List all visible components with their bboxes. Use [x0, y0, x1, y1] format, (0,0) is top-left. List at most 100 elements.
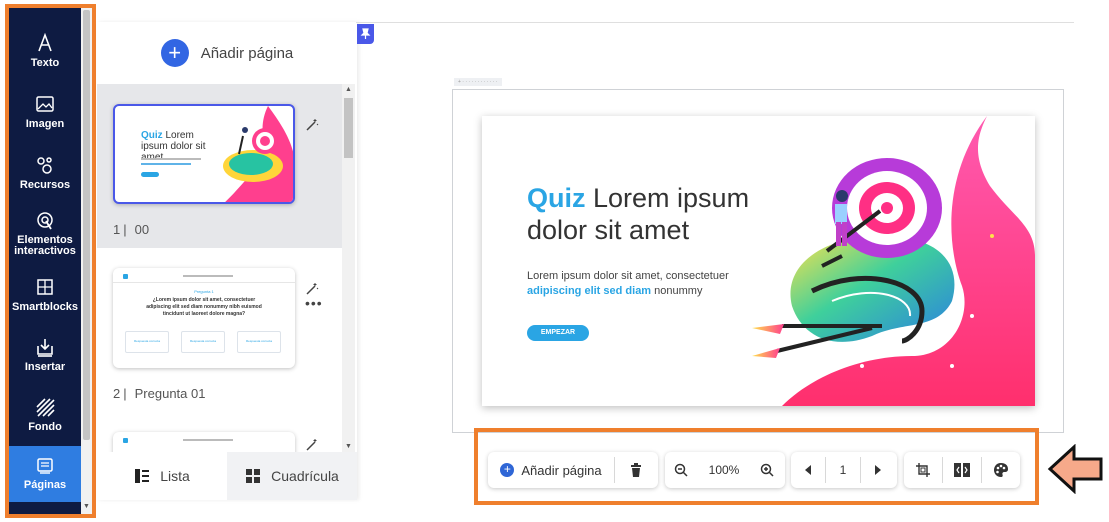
tool-image[interactable]: Imagen — [9, 83, 81, 145]
pages-icon — [37, 458, 53, 474]
zoom-in-icon — [760, 463, 774, 477]
thumb-header-line — [183, 439, 233, 441]
magic-wand-icon[interactable] — [305, 118, 319, 132]
trash-icon — [631, 463, 641, 477]
tab-grid-label: Cuadrícula — [271, 468, 339, 484]
text-icon — [38, 32, 52, 52]
crop-icon — [916, 463, 930, 477]
page-thumbnail-2[interactable]: Pregunta 1 ¿Lorem ipsum dolor sit amet, … — [113, 268, 295, 368]
tool-pages[interactable]: Páginas — [9, 446, 81, 502]
toolbar-scrollbar-thumb[interactable] — [83, 10, 90, 440]
scroll-down-arrow-icon[interactable]: ▼ — [83, 503, 90, 510]
thumb-header-line — [183, 275, 233, 277]
add-page-bottom-label: Añadir página — [521, 462, 602, 478]
zoom-in-button[interactable] — [751, 452, 783, 488]
magic-wand-icon[interactable] — [305, 438, 319, 452]
tool-resources[interactable]: Recursos — [9, 144, 81, 206]
page-item-1[interactable]: Quiz Lorem ipsum dolor sit amet — [97, 84, 342, 248]
tool-interactive[interactable]: Elementos interactivos — [9, 200, 81, 266]
image-icon — [36, 96, 54, 112]
tool-insert-label: Insertar — [24, 361, 66, 373]
pages-scrollbar-thumb[interactable] — [344, 98, 353, 158]
tab-grid[interactable]: Cuadrícula — [227, 452, 357, 500]
pointer-arrow-icon — [1047, 444, 1103, 494]
tool-smartblocks[interactable]: Smartblocks — [9, 266, 81, 328]
interactive-icon — [37, 212, 53, 230]
pages-scrollbar[interactable]: ▲ ▼ — [342, 84, 355, 452]
tool-interactive-label: Elementos interactivos — [14, 234, 76, 257]
zoom-level[interactable]: 100% — [697, 452, 751, 488]
tool-smartblocks-label: Smartblocks — [11, 301, 79, 313]
thumb-answer: Respuesta correcta — [181, 331, 225, 353]
tool-background-label: Fondo — [28, 421, 62, 433]
resources-icon — [37, 157, 52, 174]
tool-pages-label: Páginas — [23, 479, 67, 491]
page-caption-2: 2 | Pregunta 01 — [113, 386, 206, 401]
page-number[interactable]: 1 — [826, 452, 860, 488]
tool-background[interactable]: Fondo — [9, 386, 81, 448]
thumb-start-button — [141, 172, 159, 177]
thumb-body-line — [141, 163, 191, 165]
thumb-answer: Respuesta correcta — [237, 331, 281, 353]
page-item-3[interactable] — [97, 414, 342, 452]
thumb-subtitle: Pregunta 1 — [194, 289, 214, 294]
pin-icon[interactable] — [357, 24, 374, 44]
tab-list-label: Lista — [160, 468, 190, 484]
bottom-group-tools — [904, 452, 1020, 488]
zoom-out-button[interactable] — [665, 452, 697, 488]
tool-text[interactable]: Texto — [9, 22, 81, 84]
next-page-button[interactable] — [861, 452, 895, 488]
page-item-2[interactable]: Pregunta 1 ¿Lorem ipsum dolor sit amet, … — [97, 248, 342, 414]
insert-icon — [37, 339, 53, 357]
plus-circle-icon: + — [500, 463, 515, 477]
triangle-left-icon — [805, 465, 811, 475]
page-thumbnail-3[interactable] — [113, 432, 295, 452]
background-icon — [36, 398, 55, 417]
grid-view-icon — [246, 469, 261, 483]
palette-icon — [994, 463, 1008, 477]
canvas-hint: + · · · · · · · · · · · · — [454, 78, 502, 86]
thumb-body-line — [141, 158, 201, 160]
top-divider — [356, 22, 1074, 23]
zoom-out-icon — [674, 463, 688, 477]
list-view-icon — [135, 469, 150, 483]
toolbar-scrollbar[interactable]: ▼ — [81, 8, 92, 514]
add-page-button-panel[interactable]: + Añadir página — [97, 22, 357, 84]
add-page-label: Añadir página — [200, 44, 294, 62]
triangle-right-icon — [875, 465, 881, 475]
magic-wand-icon[interactable] — [305, 282, 319, 296]
bottom-group-page: + Añadir página — [488, 452, 658, 488]
thumb-logo — [123, 438, 128, 443]
delete-page-button[interactable] — [615, 452, 657, 488]
left-toolbar: Texto Imagen Recursos Elementos interact… — [9, 8, 81, 514]
scroll-up-arrow-icon[interactable]: ▲ — [345, 86, 352, 93]
tab-list[interactable]: Lista — [97, 452, 227, 500]
pages-panel: + Añadir página Quiz Lorem ipsum dolor s… — [97, 22, 357, 500]
thumb-divider — [113, 282, 295, 283]
previous-page-button[interactable] — [791, 452, 825, 488]
fit-canvas-button[interactable] — [904, 452, 942, 488]
bottom-group-zoom: 100% — [665, 452, 785, 488]
smartblocks-icon — [37, 279, 53, 295]
tool-insert[interactable]: Insertar — [9, 326, 81, 388]
bottom-group-pagination: 1 — [791, 452, 897, 488]
pages-list: Quiz Lorem ipsum dolor sit amet — [97, 84, 342, 452]
slide-canvas[interactable]: Quiz Lorem ipsum dolor sit amet Lorem ip… — [482, 116, 1035, 406]
plus-circle-icon: + — [160, 39, 189, 67]
code-brackets-icon — [954, 463, 970, 477]
code-view-button[interactable] — [943, 452, 981, 488]
add-page-button-bottom[interactable]: + Añadir página — [488, 452, 614, 488]
thumb-logo — [123, 274, 128, 279]
thumb-question: ¿Lorem ipsum dolor sit amet, consectetue… — [146, 297, 262, 317]
theme-palette-button[interactable] — [982, 452, 1020, 488]
page-thumbnail-1[interactable]: Quiz Lorem ipsum dolor sit amet — [113, 104, 295, 204]
more-options-icon[interactable]: ••• — [305, 295, 323, 311]
tool-text-label: Texto — [30, 57, 60, 69]
tool-image-label: Imagen — [25, 118, 65, 130]
thumb-illustration — [223, 106, 293, 202]
scroll-down-arrow-icon[interactable]: ▼ — [345, 443, 352, 450]
thumb-answer: Respuesta correcta — [125, 331, 169, 353]
page-caption-1: 1 | 00 — [113, 222, 150, 237]
tool-resources-label: Recursos — [19, 179, 71, 191]
start-button[interactable]: EMPEZAR — [527, 325, 589, 341]
